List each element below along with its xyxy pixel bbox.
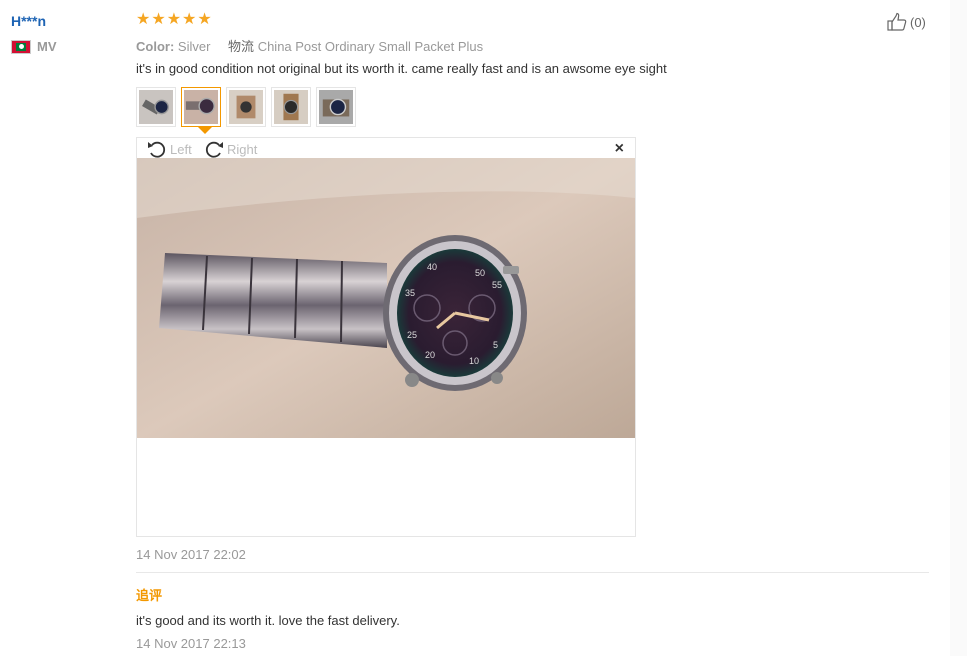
shipping-label: 物流 <box>228 39 255 54</box>
followup-text: it's good and its worth it. love the fas… <box>136 613 400 628</box>
svg-text:50: 50 <box>475 268 485 278</box>
review-text: it's in good condition not original but … <box>136 61 667 76</box>
rotate-right-icon <box>205 141 223 158</box>
thumbs-up-icon <box>887 12 907 31</box>
helpful-count: (0) <box>910 14 926 30</box>
svg-text:20: 20 <box>425 350 435 360</box>
thumbnail[interactable] <box>271 87 311 127</box>
helpful-button[interactable]: (0) <box>887 12 926 32</box>
color-value: Silver <box>177 39 211 54</box>
followup-label: 追评 <box>136 588 163 603</box>
close-button[interactable]: × <box>615 141 624 157</box>
viewer-toolbar: Left Right × <box>137 138 635 159</box>
thumbnail[interactable] <box>181 87 221 127</box>
page-scroll-edge <box>950 0 967 656</box>
star-rating: ★ ★ ★ ★ ★ <box>136 12 212 28</box>
star-icon: ★ <box>136 11 151 28</box>
color-label: Color: <box>136 39 175 54</box>
rotate-right-label: Right <box>227 141 258 157</box>
thumbnail[interactable] <box>226 87 266 127</box>
thumbnail[interactable] <box>136 87 176 127</box>
shipping-info: 物流 China Post Ordinary Small Packet Plus <box>228 39 483 54</box>
svg-text:5: 5 <box>493 340 498 350</box>
user-name[interactable]: H***n <box>11 13 46 29</box>
svg-text:25: 25 <box>407 330 417 340</box>
svg-text:10: 10 <box>469 356 479 366</box>
svg-text:40: 40 <box>427 262 437 272</box>
user-country: MV <box>11 39 57 54</box>
star-icon: ★ <box>182 11 197 28</box>
shipping-value: China Post Ordinary Small Packet Plus <box>257 39 484 54</box>
rotate-left-icon <box>148 141 166 158</box>
svg-text:55: 55 <box>492 280 502 290</box>
star-icon: ★ <box>166 11 182 28</box>
rotate-left-button[interactable]: Left <box>146 139 192 159</box>
photo-viewer: Left Right × 50 55 40 35 25 20 5 10 <box>136 137 636 537</box>
divider <box>136 572 929 573</box>
flag-icon <box>11 39 31 54</box>
svg-text:35: 35 <box>405 288 415 298</box>
review-date: 14 Nov 2017 22:02 <box>136 547 246 562</box>
review-meta: Color: Silver 物流 China Post Ordinary Sma… <box>136 36 483 55</box>
rotate-left-label: Left <box>170 141 192 157</box>
star-icon: ★ <box>151 11 166 28</box>
thumbnail[interactable] <box>316 87 356 127</box>
country-code: MV <box>37 39 57 54</box>
thumbnail-caret <box>198 127 212 134</box>
review-photo: 50 55 40 35 25 20 5 10 <box>137 158 635 438</box>
followup-date: 14 Nov 2017 22:13 <box>136 636 246 651</box>
rotate-right-button[interactable]: Right <box>203 139 257 159</box>
star-icon: ★ <box>197 11 212 28</box>
photo-thumbnails <box>136 87 356 127</box>
